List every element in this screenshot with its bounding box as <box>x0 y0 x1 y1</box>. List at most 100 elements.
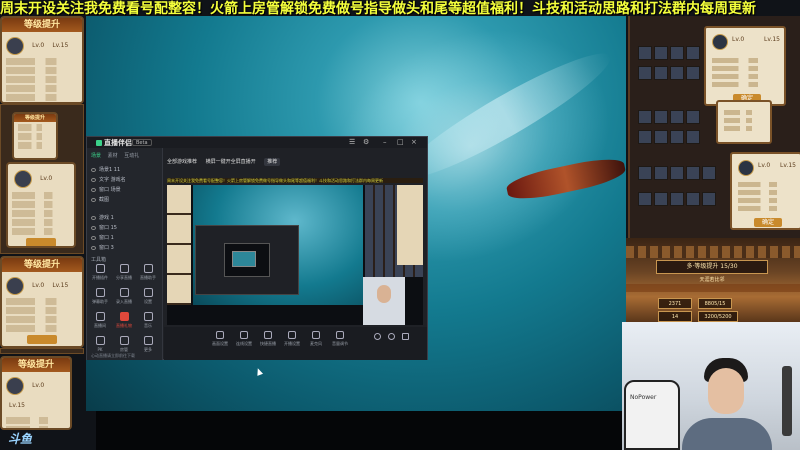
maximize-icon[interactable]: □ <box>397 138 404 146</box>
item-slot[interactable] <box>702 166 716 180</box>
scene-item[interactable]: 窗口 场景 <box>91 186 159 194</box>
eye-icon[interactable] <box>91 197 96 202</box>
level-up-panel-2: 等级提升 <box>12 112 58 160</box>
tab-interaction[interactable]: 互动礼 <box>124 153 139 159</box>
menu-icon[interactable]: ☰ <box>349 138 355 146</box>
admin-icon <box>119 336 129 345</box>
tool-assistant[interactable]: 直播助手 <box>137 264 159 286</box>
quick-live-button[interactable]: 快捷直播 <box>258 331 278 347</box>
streamer-webcam: NoPower <box>622 322 800 450</box>
avatar <box>712 34 728 50</box>
microphone-button[interactable]: 麦克风 <box>306 331 326 347</box>
close-icon[interactable]: × <box>411 138 417 146</box>
level-card-1: Lv.0 Lv.15 确定 <box>704 26 786 106</box>
item-slot[interactable] <box>670 130 684 144</box>
item-slot[interactable] <box>638 66 652 80</box>
microphone-icon <box>312 331 320 339</box>
item-slot[interactable] <box>686 66 700 80</box>
item-slot[interactable] <box>670 110 684 124</box>
item-slot[interactable] <box>654 166 668 180</box>
confirm-button[interactable] <box>26 237 56 246</box>
screen-share-icon[interactable] <box>402 333 409 340</box>
item-slot[interactable] <box>654 110 668 124</box>
tool-room[interactable]: 直播间 <box>89 312 111 334</box>
streaming-app-window[interactable]: 直播伴侣 Beta ☰ ⚙ – □ × 场景 素材 互动礼 场景1 11 文字 … <box>86 136 428 360</box>
scene-item[interactable]: 窗口 1 <box>91 234 159 242</box>
item-slot[interactable] <box>670 192 684 206</box>
board-subtitle: 天涯若比邻 <box>699 277 725 283</box>
footer-hint[interactable]: 心动直播请立即前往下载 <box>91 353 135 359</box>
scene-item[interactable]: 文字 游戏名 <box>91 176 159 184</box>
scene-item[interactable]: 截图 <box>91 196 159 204</box>
tab-scenes[interactable]: 场景 <box>91 153 101 159</box>
eye-icon[interactable] <box>91 225 96 230</box>
item-slot[interactable] <box>638 130 652 144</box>
settings-icon[interactable]: ⚙ <box>363 138 369 146</box>
eye-icon[interactable] <box>91 215 96 220</box>
tool-gift[interactable]: 直播礼物 <box>113 312 135 334</box>
title-bar[interactable]: 直播伴侣 Beta ☰ ⚙ – □ × <box>87 137 427 148</box>
item-slot[interactable] <box>638 166 652 180</box>
tool-settings[interactable]: 设置 <box>137 288 159 310</box>
confirm-button[interactable]: 确定 <box>754 218 782 227</box>
preview-marquee: 周末开设关注我免费看号配整容！火箭上房管解锁免费做号指导做头和尾等超值福利！斗技… <box>167 178 423 183</box>
item-slot[interactable] <box>670 46 684 60</box>
link-settings-button[interactable]: 连线设置 <box>234 331 254 347</box>
share-icon <box>119 264 129 273</box>
tool-more[interactable]: 更多 <box>137 336 159 358</box>
item-slot[interactable] <box>670 166 684 180</box>
item-slot[interactable] <box>686 192 700 206</box>
avatar <box>14 169 32 188</box>
item-slot[interactable] <box>638 110 652 124</box>
tab-recommend[interactable]: 推荐 <box>264 158 281 166</box>
stat-box: 14 <box>658 311 692 322</box>
app-title: 直播伴侣 <box>96 138 132 148</box>
info-icon[interactable] <box>388 333 395 340</box>
confirm-button[interactable] <box>27 334 57 344</box>
tool-music[interactable]: 音乐 <box>137 312 159 334</box>
tool-record[interactable]: 录入直播 <box>113 288 135 310</box>
item-slot[interactable] <box>654 46 668 60</box>
settings-gear-icon[interactable] <box>374 333 381 340</box>
item-slot[interactable] <box>654 192 668 206</box>
scene-item[interactable]: 游戏 1 <box>91 214 159 222</box>
eye-icon[interactable] <box>91 187 96 192</box>
scene-item[interactable]: 窗口 3 <box>91 244 159 252</box>
item-slot[interactable] <box>638 46 652 60</box>
stream-preview[interactable] <box>167 185 423 325</box>
scene-item[interactable]: 场景1 11 <box>91 166 159 174</box>
broadcast-icon <box>288 331 296 339</box>
eye-icon[interactable] <box>91 235 96 240</box>
eye-icon[interactable] <box>91 177 96 182</box>
tab-landscape[interactable]: 横屏一键开全屏直播开 <box>206 159 256 165</box>
tool-share[interactable]: 分享直播 <box>113 264 135 286</box>
screen-settings-button[interactable]: 画面设置 <box>210 331 230 347</box>
item-slot[interactable] <box>638 192 652 206</box>
main-tabs: 全部游戏推荐 横屏一键开全屏直播开 推荐 <box>167 158 287 166</box>
item-slot[interactable] <box>686 110 700 124</box>
item-slot[interactable] <box>654 130 668 144</box>
volume-button[interactable]: 音量调节 <box>330 331 350 347</box>
sidebar-tabs: 场景 素材 互动礼 <box>91 152 144 159</box>
minimize-icon[interactable]: – <box>383 138 387 146</box>
item-slot[interactable] <box>686 130 700 144</box>
item-slot[interactable] <box>686 166 700 180</box>
avatar <box>738 160 754 176</box>
screen-icon <box>216 331 224 339</box>
broadcast-settings-button[interactable]: 开播设置 <box>282 331 302 347</box>
item-slot[interactable] <box>686 46 700 60</box>
eye-icon[interactable] <box>91 167 96 172</box>
tab-assets[interactable]: 素材 <box>108 153 118 159</box>
scene-item[interactable]: 窗口 15 <box>91 224 159 232</box>
item-slot[interactable] <box>670 66 684 80</box>
item-slot[interactable] <box>702 192 716 206</box>
tool-danmaku[interactable]: 弹幕助手 <box>89 288 111 310</box>
level-up-banner: 等级提升 <box>2 258 82 272</box>
stream-screen: 周末开设关注我免费看号配整容！火箭上房管解锁免费做号指导做头和尾等超值福利！斗技… <box>0 0 800 450</box>
live-icon <box>264 331 272 339</box>
tab-all-games[interactable]: 全部游戏推荐 <box>167 159 197 165</box>
item-slot[interactable] <box>654 66 668 80</box>
eye-icon[interactable] <box>91 245 96 250</box>
tool-plugin[interactable]: 开播插件 <box>89 264 111 286</box>
bottom-toolbar: 画面设置 连线设置 快捷直播 开播设置 麦克风 音量调节 <box>164 327 427 360</box>
